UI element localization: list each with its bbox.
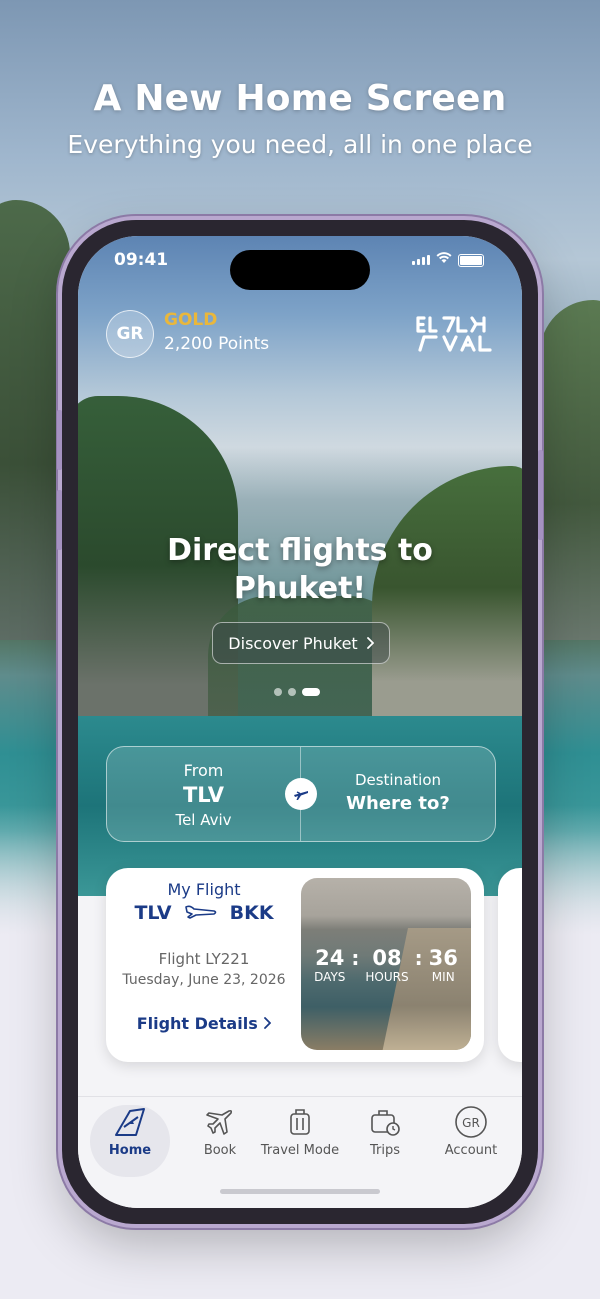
countdown-hours: 08 HOURS [365, 946, 408, 984]
phone-side-button [57, 490, 62, 550]
background-cliff-right [540, 300, 600, 640]
battery-icon [458, 253, 484, 267]
destination-countdown: 24 DAYS : 08 HOURS : 36 MIN [301, 878, 471, 1050]
carousel-dot[interactable] [288, 688, 296, 696]
carousel-dot-active[interactable] [302, 688, 320, 696]
phone-side-button [57, 410, 62, 470]
tab-travel-mode-label: Travel Mode [260, 1143, 340, 1158]
luggage-icon [260, 1105, 340, 1139]
suitcase-clock-icon [345, 1105, 425, 1139]
banner-title: A New Home Screen [93, 78, 507, 119]
countdown-minutes: 36 MIN [429, 946, 458, 984]
status-icons [412, 252, 484, 268]
carousel-indicator [274, 688, 320, 696]
avatar-icon: GR [431, 1105, 511, 1139]
tab-home[interactable]: Home [90, 1105, 170, 1177]
phone-side-button [538, 450, 543, 540]
banner-subtitle: Everything you need, all in one place [67, 130, 533, 159]
discover-phuket-button[interactable]: Discover Phuket [212, 622, 390, 664]
home-indicator [220, 1189, 380, 1194]
from-label: From [183, 761, 224, 780]
from-code: TLV [182, 783, 225, 807]
my-flight-card[interactable]: My Flight TLV BKK Flight LY221 Tuesday, … [106, 868, 484, 1062]
from-city: Tel Aviv [175, 811, 232, 829]
flight-date: Tuesday, June 23, 2026 [122, 972, 286, 988]
next-card-peek[interactable] [498, 868, 522, 1062]
flight-number: Flight LY221 [158, 950, 250, 968]
airplane-icon [180, 1105, 260, 1139]
destination-label: Destination [354, 771, 442, 789]
promo-title: Direct flights to Phuket! [78, 532, 522, 608]
countdown-separator: : [414, 946, 423, 970]
countdown-days-value: 24 [315, 946, 345, 970]
tab-account[interactable]: GR Account [431, 1105, 511, 1177]
signal-icon [412, 255, 430, 265]
route-search-widget: From TLV Tel Aviv Destination Where to? [106, 746, 496, 842]
plane-takeoff-icon [184, 903, 218, 923]
origin-code: TLV [134, 902, 172, 924]
wifi-icon [436, 252, 452, 268]
chevron-right-icon [366, 634, 374, 653]
my-flight-heading: My Flight [167, 880, 241, 899]
loyalty-points: 2,200 Points [164, 334, 270, 354]
countdown-minutes-value: 36 [428, 946, 458, 970]
discover-button-label: Discover Phuket [228, 633, 358, 653]
destination-code: BKK [229, 902, 274, 924]
countdown-minutes-label: MIN [431, 970, 455, 984]
flight-details-link[interactable]: Flight Details [106, 1014, 302, 1033]
account-tab-initials: GR [462, 1116, 480, 1130]
bottom-tab-bar: Home Book Travel Mode Trips GR Account [78, 1096, 522, 1208]
dynamic-island [230, 250, 370, 290]
tab-account-label: Account [444, 1143, 498, 1158]
destination-value: Where to? [346, 793, 450, 814]
promo-title-line1: Direct flights to [167, 533, 433, 568]
carousel-dot[interactable] [274, 688, 282, 696]
countdown-days: 24 DAYS [314, 946, 345, 984]
status-time: 09:41 [114, 250, 169, 270]
countdown-timer: 24 DAYS : 08 HOURS : 36 MIN [301, 946, 471, 984]
tab-home-label: Home [108, 1143, 152, 1158]
tab-trips[interactable]: Trips [345, 1105, 425, 1177]
flight-route: TLV BKK [106, 902, 302, 924]
tab-trips-label: Trips [369, 1143, 400, 1158]
tab-book[interactable]: Book [180, 1105, 260, 1177]
tab-travel-mode[interactable]: Travel Mode [260, 1105, 340, 1177]
countdown-separator: : [351, 946, 360, 970]
tab-book-label: Book [203, 1143, 237, 1158]
loyalty-tier: GOLD [164, 310, 218, 330]
countdown-hours-value: 08 [372, 946, 402, 970]
promo-title-line2: Phuket! [233, 571, 367, 606]
countdown-hours-label: HOURS [365, 970, 409, 984]
account-avatar-button[interactable]: GR [106, 310, 154, 358]
chevron-right-icon [263, 1014, 272, 1033]
countdown-days-label: DAYS [314, 970, 346, 984]
tail-fin-icon [90, 1105, 170, 1139]
phone-screen: 09:41 GR GOLD 2,200 Points Direct flight… [78, 236, 522, 1208]
flight-details-label: Flight Details [136, 1014, 258, 1033]
elal-logo [416, 316, 492, 352]
